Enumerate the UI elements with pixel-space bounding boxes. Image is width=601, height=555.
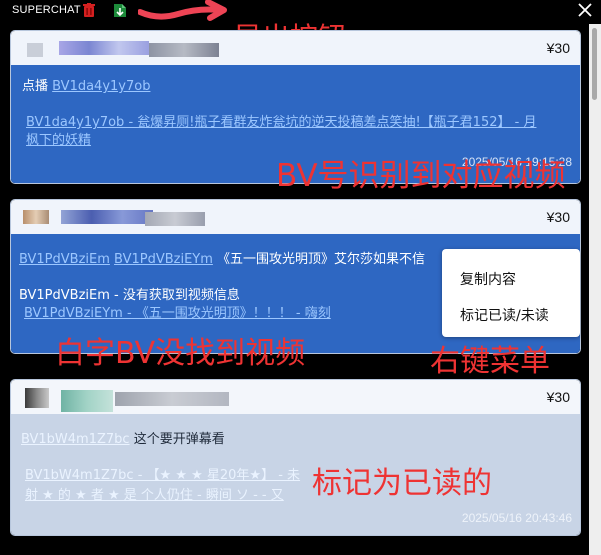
message-line: BV1bW4m1Z7bc 这个要开弹幕看 (21, 428, 225, 447)
menu-item-toggle-read[interactable]: 标记已读/未读 (460, 305, 549, 325)
annotation-white-bv: 白字BV没找到视频 (55, 336, 306, 371)
video-info-text: BV1PdVBziEm - 没有获取到视频信息 (19, 288, 240, 303)
price: ¥30 (546, 389, 570, 405)
bv-link[interactable]: BV1PdVBziEm (19, 252, 110, 267)
avatar (25, 388, 49, 408)
annotation-read-mark: 标记为已读的 (312, 466, 492, 501)
superchat-card-read[interactable]: ¥30 BV1bW4m1Z7bc 这个要开弹幕看 BV1bW4m1Z7bc - … (10, 379, 581, 536)
card-header: ¥30 (11, 200, 580, 234)
bv-link[interactable]: BV1bW4m1Z7bc (21, 432, 130, 447)
annotation-bv-detect: BV号识别到对应视频 (276, 158, 566, 194)
message-line: 点播 BV1da4y1y7ob (22, 75, 150, 94)
video-info-link[interactable]: 射 ★ 的 ★ 者 ★ 是 个人仍住 - 瞬间 ソ - - 又 (25, 484, 284, 503)
video-info-link[interactable]: BV1PdVBziEYm - 《五一围攻光明顶》！！！ - 嗨刻 (24, 302, 331, 321)
superchat-window: SUPERCHAT 导出按钮 ¥30 (0, 0, 601, 555)
video-info-link[interactable]: BV1da4y1y7ob - 瓮爆昇厕!瓶子看群友炸瓮坑的逆天投稿差点笑抽!【瓶… (26, 111, 536, 130)
price: ¥30 (546, 40, 570, 56)
message-line: BV1PdVBziEm BV1PdVBziEYm 《五一围攻光明顶》艾尔莎如果不… (19, 248, 425, 267)
message-text: 《五一围攻光明顶》艾尔莎如果不信 (217, 252, 426, 267)
menu-item-copy[interactable]: 复制内容 (460, 269, 516, 289)
username (61, 210, 153, 224)
user-badge (115, 392, 229, 406)
username (61, 390, 113, 412)
vertical-scrollbar[interactable] (589, 24, 601, 555)
avatar (23, 210, 49, 224)
price: ¥30 (546, 209, 570, 225)
message-text: 这个要开弹幕看 (133, 432, 225, 447)
timestamp: 2025/05/16 20:43:46 (461, 511, 572, 525)
user-badge (149, 43, 219, 57)
scrollbar-thumb[interactable] (592, 28, 597, 100)
export-icon[interactable] (113, 3, 127, 18)
window-title: SUPERCHAT (12, 4, 81, 16)
trash-icon[interactable] (83, 3, 95, 18)
message-text: 点播 (22, 79, 49, 94)
arrow-annotation (138, 0, 227, 21)
username (59, 41, 149, 55)
user-badge (145, 212, 205, 226)
card-header: ¥30 (11, 380, 580, 414)
close-icon[interactable] (577, 2, 593, 18)
card-header: ¥30 (11, 31, 580, 65)
card-body: BV1bW4m1Z7bc 这个要开弹幕看 BV1bW4m1Z7bc - 【★ ★… (11, 414, 580, 535)
video-info-link[interactable]: BV1bW4m1Z7bc - 【★ ★ ★ 星20年★】 - 未 (25, 464, 300, 483)
video-info-link[interactable]: 枫下的妖精 (26, 129, 91, 148)
annotation-context-menu: 右键菜单 (430, 344, 550, 379)
context-menu: 复制内容 标记已读/未读 (442, 249, 580, 337)
bv-link[interactable]: BV1da4y1y7ob (52, 79, 150, 94)
avatar (27, 43, 43, 57)
bv-link[interactable]: BV1PdVBziEYm (114, 252, 213, 267)
